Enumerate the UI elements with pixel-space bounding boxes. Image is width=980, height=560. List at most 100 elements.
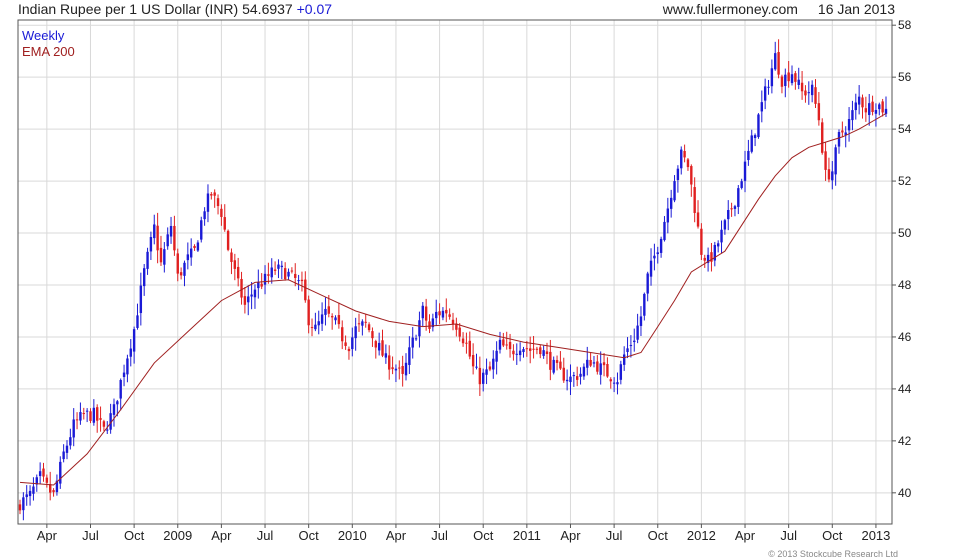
candle-body: [367, 324, 371, 331]
plot-frame: [17, 19, 893, 525]
candle-body: [277, 264, 280, 269]
x-tick-label: Apr: [386, 528, 407, 543]
candle-body: [18, 504, 22, 511]
candle-body: [82, 413, 85, 415]
x-tick-label: Oct: [648, 528, 669, 543]
candle-body: [424, 306, 428, 321]
candle-body: [186, 254, 190, 261]
candle-body: [247, 296, 250, 303]
candle-body: [45, 477, 49, 483]
x-tick-label: Oct: [473, 528, 494, 543]
candle-body: [448, 314, 451, 317]
candle-body: [136, 315, 139, 328]
candle-body: [884, 108, 888, 114]
candle-body: [263, 273, 267, 285]
candle-body: [159, 247, 163, 263]
x-tick-label: Oct: [124, 528, 145, 543]
candle-body: [196, 242, 200, 251]
candle-body: [106, 429, 109, 431]
candle-body: [868, 103, 871, 115]
candle-body: [142, 268, 146, 287]
candle-body: [475, 366, 478, 368]
candle-body: [743, 161, 747, 181]
candle-body: [243, 296, 247, 305]
candle-body: [602, 362, 606, 366]
candle-body: [733, 206, 737, 209]
candle-body: [116, 401, 119, 405]
candle-body: [653, 255, 656, 259]
candle-body: [750, 135, 753, 152]
candle-body: [535, 348, 539, 350]
candle-body: [96, 407, 99, 421]
x-tick-label: 2012: [687, 528, 716, 543]
candle-body: [230, 252, 233, 262]
candle-body: [203, 211, 206, 220]
candle-body: [565, 379, 569, 382]
candle-body: [394, 368, 398, 371]
candle-body: [361, 321, 364, 326]
candle-body: [236, 266, 240, 279]
candle-body: [606, 364, 609, 377]
legend-weekly: Weekly: [22, 28, 65, 43]
candle-body: [233, 260, 237, 269]
candle-body: [760, 102, 764, 112]
candle-body: [629, 345, 633, 347]
candle-body: [851, 110, 854, 121]
candle-body: [347, 348, 351, 352]
candle-body: [49, 484, 52, 493]
candle-body: [532, 348, 535, 350]
candle-body: [166, 234, 169, 247]
candle-body: [287, 271, 290, 277]
candle-body: [240, 278, 243, 298]
x-tick-label: Jul: [431, 528, 448, 543]
candle-body: [213, 192, 216, 196]
candle-body: [169, 225, 173, 237]
candle-body: [408, 347, 411, 365]
candle-body: [740, 181, 743, 188]
y-tick-label: 50: [898, 226, 912, 240]
candle-body: [435, 311, 438, 319]
candle-body: [52, 490, 55, 493]
candle-body: [441, 310, 445, 318]
candle-body: [183, 262, 186, 276]
candle-body: [294, 273, 297, 278]
candle-body: [804, 90, 807, 96]
candle-body: [549, 351, 552, 370]
candle-body: [257, 282, 260, 289]
candle-body: [649, 260, 653, 277]
candle-body: [512, 350, 515, 355]
candle-body: [163, 249, 166, 265]
candle-body: [539, 347, 542, 355]
candle-body: [384, 353, 388, 358]
candle-body: [774, 53, 777, 70]
candle-body: [612, 382, 616, 384]
gridlines: [18, 20, 892, 524]
candle-body: [414, 338, 418, 340]
candle-body: [351, 337, 354, 350]
candle-body: [794, 73, 797, 82]
candle-body: [458, 327, 461, 337]
candle-body: [498, 339, 502, 350]
candle-body: [418, 320, 421, 337]
candle-body: [129, 348, 132, 357]
candle-body: [723, 220, 727, 230]
candle-body: [314, 324, 317, 330]
y-tick-label: 46: [898, 330, 912, 344]
candle-body: [784, 74, 787, 87]
candle-body: [173, 225, 176, 251]
candle-body: [193, 245, 196, 249]
candle-body: [837, 132, 841, 147]
candle-body: [374, 341, 377, 348]
candle-body: [582, 366, 586, 377]
candlestick-chart: 40 42 44 46 48 50 52 54 56 58 Apr Jul Oct 2009 Apr Jul…: [17, 18, 912, 543]
candle-body: [126, 358, 129, 375]
candle-body: [716, 243, 720, 247]
candle-body: [320, 314, 324, 324]
candle-body: [821, 122, 824, 153]
candle-body: [807, 92, 810, 94]
candle-body: [559, 361, 562, 369]
candle-body: [656, 252, 659, 255]
candle-body: [176, 253, 179, 274]
candle-body: [22, 497, 25, 511]
candle-body: [468, 340, 471, 357]
